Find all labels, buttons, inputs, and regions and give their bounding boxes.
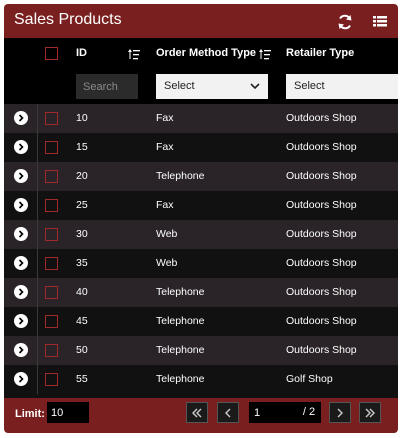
cell-id: 15 — [76, 141, 88, 153]
cell-retailer-type: Outdoors Shop — [286, 170, 357, 182]
cell-id: 20 — [76, 170, 88, 182]
table-row[interactable]: 10 Fax Outdoors Shop — [4, 104, 398, 133]
row-checkbox[interactable] — [45, 344, 58, 357]
expand-row-icon[interactable] — [14, 256, 28, 270]
limit-label: Limit: — [15, 408, 45, 420]
next-page-button[interactable] — [329, 402, 351, 423]
grid-header: ID Order Method Type Retailer Type Searc… — [4, 38, 398, 104]
panel-title: Sales Products — [14, 11, 122, 28]
column-header-retailer-type[interactable]: Retailer Type — [286, 47, 354, 59]
column-divider — [37, 336, 38, 365]
cell-order-method-type: Telephone — [156, 170, 205, 182]
column-divider — [37, 307, 38, 336]
row-checkbox[interactable] — [45, 286, 58, 299]
column-divider — [37, 278, 38, 307]
column-divider — [37, 133, 38, 162]
table-row[interactable]: 30 Web Outdoors Shop — [4, 220, 398, 249]
table-row[interactable]: 50 Telephone Outdoors Shop — [4, 336, 398, 365]
data-grid: ID Order Method Type Retailer Type Searc… — [4, 38, 398, 398]
column-divider — [37, 162, 38, 191]
row-checkbox[interactable] — [45, 199, 58, 212]
refresh-icon[interactable] — [336, 13, 354, 31]
column-divider — [37, 249, 38, 278]
row-checkbox[interactable] — [45, 228, 58, 241]
retailer-type-select[interactable]: Select — [286, 74, 398, 99]
cell-retailer-type: Outdoors Shop — [286, 141, 357, 153]
id-search-input[interactable] — [76, 74, 138, 99]
order-method-select-value: Select — [164, 80, 195, 92]
cell-retailer-type: Outdoors Shop — [286, 112, 357, 124]
table-row[interactable]: 15 Fax Outdoors Shop — [4, 133, 398, 162]
table-row[interactable]: 40 Telephone Outdoors Shop — [4, 278, 398, 307]
cell-retailer-type: Golf Shop — [286, 373, 333, 385]
expand-row-icon[interactable] — [14, 372, 28, 386]
expand-row-icon[interactable] — [14, 198, 28, 212]
column-header-id[interactable]: ID — [76, 47, 87, 59]
cell-order-method-type: Telephone — [156, 373, 205, 385]
cell-order-method-type: Fax — [156, 141, 174, 153]
cell-id: 40 — [76, 286, 88, 298]
column-divider — [37, 220, 38, 249]
sort-icon[interactable] — [259, 47, 271, 60]
page-number-input[interactable] — [249, 402, 297, 423]
sort-icon[interactable] — [128, 47, 140, 60]
cell-id: 35 — [76, 257, 88, 269]
cell-order-method-type: Web — [156, 257, 178, 269]
expand-row-icon[interactable] — [14, 285, 28, 299]
column-divider — [37, 365, 38, 394]
page-total: / 2 — [297, 402, 321, 423]
cell-retailer-type: Outdoors Shop — [286, 315, 357, 327]
expand-row-icon[interactable] — [14, 343, 28, 357]
row-checkbox[interactable] — [45, 170, 58, 183]
cell-id: 10 — [76, 112, 88, 124]
pagination-bar: Limit: / 2 — [4, 398, 398, 433]
cell-id: 30 — [76, 228, 88, 240]
expand-row-icon[interactable] — [14, 169, 28, 183]
previous-page-button[interactable] — [217, 402, 239, 423]
order-method-select[interactable]: Select — [156, 74, 268, 99]
cell-retailer-type: Outdoors Shop — [286, 199, 357, 211]
expand-row-icon[interactable] — [14, 227, 28, 241]
cell-order-method-type: Telephone — [156, 344, 205, 356]
cell-order-method-type: Telephone — [156, 286, 205, 298]
cell-retailer-type: Outdoors Shop — [286, 257, 357, 269]
cell-retailer-type: Outdoors Shop — [286, 286, 357, 298]
cell-id: 25 — [76, 199, 88, 211]
retailer-type-select-value: Select — [294, 80, 325, 92]
expand-row-icon[interactable] — [14, 314, 28, 328]
row-checkbox[interactable] — [45, 141, 58, 154]
cell-order-method-type: Fax — [156, 199, 174, 211]
chevron-down-icon — [250, 81, 260, 91]
table-row[interactable]: 35 Web Outdoors Shop — [4, 249, 398, 278]
cell-retailer-type: Outdoors Shop — [286, 344, 357, 356]
table-row[interactable]: 45 Telephone Outdoors Shop — [4, 307, 398, 336]
cell-order-method-type: Web — [156, 228, 178, 240]
last-page-button[interactable] — [359, 402, 381, 423]
cell-id: 55 — [76, 373, 88, 385]
list-menu-icon[interactable] — [372, 13, 390, 31]
first-page-button[interactable] — [186, 402, 208, 423]
column-divider — [37, 191, 38, 220]
table-row[interactable]: 20 Telephone Outdoors Shop — [4, 162, 398, 191]
panel-header: Sales Products — [4, 4, 398, 38]
cell-order-method-type: Fax — [156, 112, 174, 124]
cell-id: 50 — [76, 344, 88, 356]
limit-input[interactable] — [47, 402, 89, 423]
table-row[interactable]: 55 Telephone Golf Shop — [4, 365, 398, 394]
cell-retailer-type: Outdoors Shop — [286, 228, 357, 240]
row-checkbox[interactable] — [45, 373, 58, 386]
column-header-order-method-type[interactable]: Order Method Type — [156, 47, 256, 59]
row-checkbox[interactable] — [45, 257, 58, 270]
expand-row-icon[interactable] — [14, 140, 28, 154]
cell-id: 45 — [76, 315, 88, 327]
row-checkbox[interactable] — [45, 315, 58, 328]
expand-row-icon[interactable] — [14, 111, 28, 125]
sales-products-panel: Sales Products ID Order Method Type Reta… — [4, 4, 398, 433]
row-checkbox[interactable] — [45, 112, 58, 125]
select-all-checkbox[interactable] — [45, 47, 58, 60]
cell-order-method-type: Telephone — [156, 315, 205, 327]
column-divider — [37, 104, 38, 133]
table-row[interactable]: 25 Fax Outdoors Shop — [4, 191, 398, 220]
